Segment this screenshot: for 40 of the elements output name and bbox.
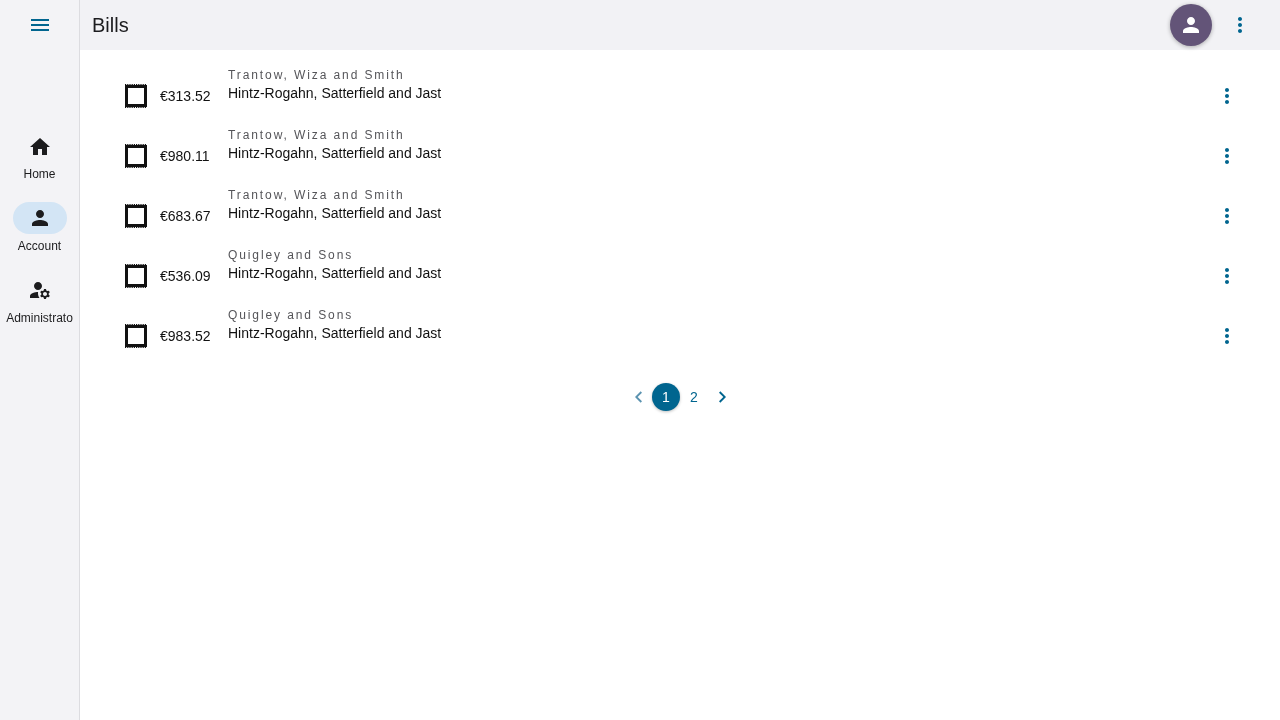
- bill-payee: Quigley and Sons: [228, 307, 354, 323]
- receipt-icon: [124, 324, 148, 348]
- page-button[interactable]: 2: [680, 383, 708, 411]
- bill-title: Hintz-Rogahn, Satterfield and Jast: [228, 264, 442, 283]
- avatar-button[interactable]: [1170, 4, 1212, 46]
- page-title: Bills: [92, 13, 130, 37]
- nav-item[interactable]: Home: [0, 130, 80, 182]
- bill-amount: €683.67: [160, 207, 212, 226]
- bill-payee: Quigley and Sons: [228, 247, 354, 263]
- bill-title: Hintz-Rogahn, Satterfield and Jast: [228, 144, 442, 163]
- receipt-icon: [124, 144, 148, 168]
- bill-amount: €980.11: [160, 147, 211, 166]
- more-vert-icon: [1225, 328, 1229, 344]
- bill-amount: €536.09: [160, 267, 212, 286]
- receipt-icon: [124, 264, 148, 288]
- more-vert-icon: [1225, 88, 1229, 104]
- person-gear-icon: [29, 281, 50, 299]
- home-icon: [29, 137, 50, 155]
- more-vert-icon: [1225, 208, 1229, 224]
- receipt-icon: [124, 204, 148, 228]
- chevron-left-icon: [634, 391, 642, 403]
- chevron-right-icon: [718, 391, 726, 403]
- bill-amount: €313.52: [160, 87, 212, 106]
- bill-amount: €983.52: [160, 327, 212, 346]
- more-vert-icon: [1225, 268, 1229, 284]
- person-icon: [31, 210, 48, 226]
- bill-payee: Trantow, Wiza and Smith: [228, 187, 405, 203]
- receipt-icon: [124, 84, 148, 108]
- person-icon: [1183, 17, 1199, 33]
- more-vert-icon: [1225, 148, 1229, 164]
- nav-item[interactable]: Administrato: [0, 274, 80, 326]
- bill-title: Hintz-Rogahn, Satterfield and Jast: [228, 204, 442, 223]
- menu-icon: [30, 19, 49, 31]
- more-vert-icon: [1238, 17, 1242, 33]
- bill-payee: Trantow, Wiza and Smith: [228, 67, 405, 83]
- bill-payee: Trantow, Wiza and Smith: [228, 127, 405, 143]
- bill-title: Hintz-Rogahn, Satterfield and Jast: [228, 324, 442, 343]
- nav-item[interactable]: Account: [0, 202, 80, 254]
- page-button[interactable]: 1: [652, 383, 680, 411]
- bill-title: Hintz-Rogahn, Satterfield and Jast: [228, 84, 442, 103]
